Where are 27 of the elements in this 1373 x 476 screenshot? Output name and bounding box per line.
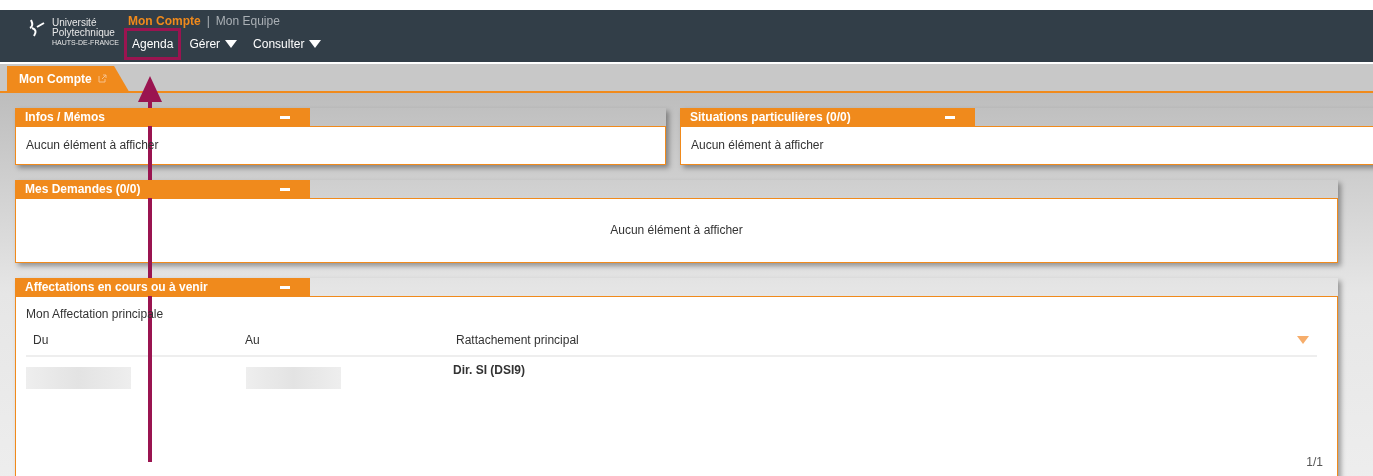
logo-text: Polytechnique: [52, 28, 116, 38]
column-header: Au: [245, 333, 261, 347]
nav-link[interactable]: Mon Equipe: [215, 14, 280, 28]
panel-title: Situations particulières (0/0): [680, 108, 925, 126]
column-header: Rattachement principal: [456, 333, 580, 347]
table-cell: Dir. SI (DSI9): [453, 363, 526, 377]
external-link-icon: [97, 74, 107, 83]
collapse-button[interactable]: [260, 108, 310, 126]
nav-separator: |: [206, 14, 210, 28]
menu-item[interactable]: Consulter: [245, 28, 330, 60]
panel-title: Mes Demandes (0/0): [15, 180, 260, 198]
page-indicator: 1/1: [1306, 455, 1323, 469]
nav-link[interactable]: Mon Compte: [128, 14, 201, 28]
caret-icon: [225, 40, 238, 48]
empty-message: Aucun élément à afficher: [690, 137, 825, 154]
sort-icon[interactable]: [1297, 336, 1309, 344]
collapse-button[interactable]: [260, 278, 310, 296]
menu-item[interactable]: Gérer: [181, 28, 246, 60]
empty-message: Aucun élément à afficher: [609, 222, 744, 239]
panel-title: Infos / Mémos: [15, 108, 260, 126]
panel-title: Affectations en cours ou à venir: [15, 278, 260, 296]
caret-icon: [309, 40, 322, 48]
collapse-button[interactable]: [260, 180, 310, 198]
logo-text: Université: [52, 18, 98, 28]
column-header: Du: [33, 333, 50, 347]
collapse-button[interactable]: [925, 108, 975, 126]
menu-item[interactable]: Agenda: [124, 28, 182, 60]
